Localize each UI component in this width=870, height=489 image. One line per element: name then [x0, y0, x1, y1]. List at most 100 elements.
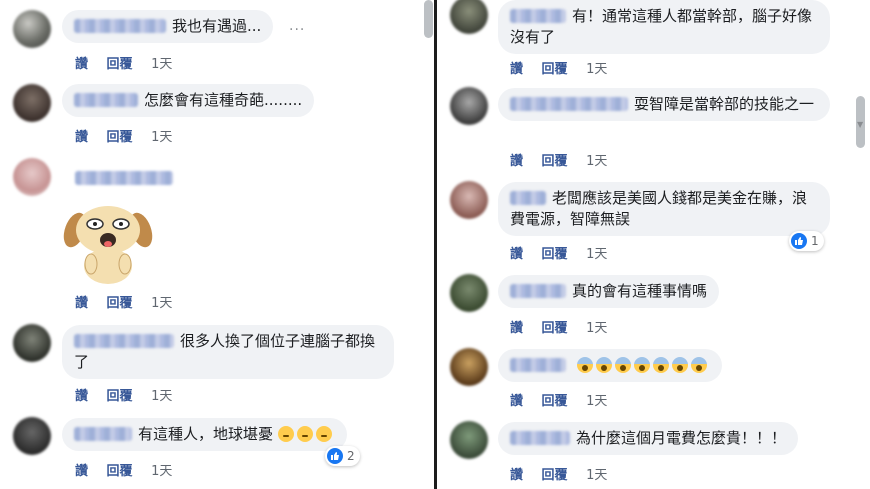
like-link[interactable]: 讚 [75, 57, 88, 72]
more-options-icon[interactable]: ··· [289, 22, 305, 38]
timestamp[interactable]: 1天 [586, 321, 607, 336]
commenter-name[interactable] [74, 19, 166, 33]
comment-text: 真的會有這種事情嗎 [572, 282, 708, 300]
timestamp[interactable]: 1天 [151, 389, 172, 404]
comment-bubble: 為什麼這個月電費怎麼貴！！！ [498, 422, 799, 455]
avatar[interactable] [13, 158, 51, 196]
comment-bubble: 很多人換了個位子連腦子都換了 [62, 325, 394, 379]
avatar[interactable] [450, 274, 488, 312]
timestamp[interactable]: 1天 [151, 130, 172, 145]
face-screaming-in-fear-icon [614, 357, 631, 373]
comment-bubble: 有！通常這種人都當幹部，腦子好像沒有了 [498, 0, 830, 54]
commenter-name[interactable] [510, 284, 566, 298]
avatar[interactable] [13, 417, 51, 455]
reply-link[interactable]: 回覆 [107, 464, 133, 479]
timestamp[interactable]: 1天 [151, 57, 172, 72]
comment-actions: 讚 回覆 1天 [510, 317, 621, 336]
comment-text: 我也有遇過... [172, 17, 262, 35]
commenter-name[interactable] [75, 171, 173, 185]
comment-text: 怎麼會有這種奇葩........ [144, 91, 303, 109]
face-screaming-in-fear-icon [671, 357, 688, 373]
comment-bubble: 我也有遇過... [62, 10, 274, 43]
reply-link[interactable]: 回覆 [542, 468, 568, 483]
reaction-count[interactable]: 1 [789, 231, 824, 251]
timestamp[interactable]: 1天 [586, 62, 607, 77]
right-comment-panel: ▼ 有！通常這種人都當幹部，腦子好像沒有了 讚 回覆 1天 耍智障是當幹部的技能… [437, 0, 870, 489]
like-link[interactable]: 讚 [510, 321, 523, 336]
thinking-face-icon [296, 426, 313, 442]
face-screaming-in-fear-icon [633, 357, 650, 373]
avatar[interactable] [450, 348, 488, 386]
comment-actions: 讚 回覆 1天 [75, 53, 186, 72]
reaction-number: 2 [347, 449, 355, 463]
comment-bubble: 老闆應該是美國人錢都是美金在賺，浪費電源，智障無誤 [498, 182, 830, 236]
like-link[interactable]: 讚 [510, 154, 523, 169]
commenter-name[interactable] [74, 93, 138, 107]
comment-actions: 讚 回覆 1天 [510, 243, 621, 262]
timestamp[interactable]: 1天 [151, 296, 172, 311]
commenter-name[interactable] [510, 358, 566, 372]
reply-link[interactable]: 回覆 [542, 394, 568, 409]
like-link[interactable]: 讚 [75, 296, 88, 311]
face-screaming-in-fear-icon [652, 357, 669, 373]
like-link[interactable]: 讚 [510, 247, 523, 262]
avatar[interactable] [450, 181, 488, 219]
avatar[interactable] [450, 0, 488, 34]
avatar[interactable] [13, 10, 51, 48]
timestamp[interactable]: 1天 [586, 394, 607, 409]
thumbs-up-icon [327, 448, 343, 464]
reply-link[interactable]: 回覆 [542, 247, 568, 262]
comment-actions: 讚 回覆 1天 [510, 150, 621, 169]
reply-link[interactable]: 回覆 [107, 57, 133, 72]
timestamp[interactable]: 1天 [151, 464, 172, 479]
commenter-name[interactable] [510, 97, 628, 111]
comment-actions: 讚 回覆 1天 [510, 464, 621, 483]
thinking-face-icon [315, 426, 332, 442]
commenter-name[interactable] [74, 334, 174, 348]
like-link[interactable]: 讚 [510, 394, 523, 409]
avatar[interactable] [450, 87, 488, 125]
avatar[interactable] [13, 324, 51, 362]
like-link[interactable]: 讚 [75, 389, 88, 404]
comment-text: 老闆應該是美國人錢都是美金在賺，浪費電源，智障無誤 [510, 189, 808, 228]
timestamp[interactable]: 1天 [586, 154, 607, 169]
sticker-dog-image [63, 206, 153, 284]
like-link[interactable]: 讚 [510, 62, 523, 77]
face-screaming-in-fear-icon [690, 357, 707, 373]
comment-actions: 讚 回覆 1天 [75, 126, 186, 145]
reply-link[interactable]: 回覆 [542, 321, 568, 336]
comment-actions: 讚 回覆 1天 [510, 390, 621, 409]
like-link[interactable]: 讚 [75, 130, 88, 145]
reply-link[interactable]: 回覆 [542, 62, 568, 77]
comment-bubble [498, 349, 722, 382]
thinking-face-icon [277, 426, 294, 442]
comment-text: 耍智障是當幹部的技能之一 [634, 95, 815, 113]
comment-bubble: 真的會有這種事情嗎 [498, 275, 720, 308]
timestamp[interactable]: 1天 [586, 247, 607, 262]
scroll-down-arrow-icon[interactable]: ▼ [857, 120, 863, 129]
face-screaming-in-fear-icon [595, 357, 612, 373]
left-scrollbar[interactable] [424, 0, 433, 38]
comment-bubble: 耍智障是當幹部的技能之一 [498, 88, 830, 121]
commenter-name[interactable] [510, 431, 570, 445]
commenter-name[interactable] [510, 9, 566, 23]
commenter-name[interactable] [510, 191, 546, 205]
comment-bubble: 怎麼會有這種奇葩........ [62, 84, 315, 117]
reaction-count[interactable]: 2 [325, 446, 360, 466]
left-comment-panel: 我也有遇過... ··· 讚 回覆 1天 怎麼會有這種奇葩........ 讚 … [0, 0, 434, 489]
like-link[interactable]: 讚 [75, 464, 88, 479]
comment-actions: 讚 回覆 1天 [75, 292, 186, 311]
comment-bubble: 有這種人，地球堪憂 [62, 418, 347, 451]
timestamp[interactable]: 1天 [586, 468, 607, 483]
avatar[interactable] [450, 421, 488, 459]
reply-link[interactable]: 回覆 [107, 296, 133, 311]
comment-actions: 讚 回覆 1天 [510, 58, 621, 77]
reply-link[interactable]: 回覆 [542, 154, 568, 169]
commenter-name[interactable] [74, 427, 132, 441]
face-screaming-in-fear-icon [576, 357, 593, 373]
like-link[interactable]: 讚 [510, 468, 523, 483]
comment-actions: 讚 回覆 1天 [75, 385, 186, 404]
reply-link[interactable]: 回覆 [107, 389, 133, 404]
reply-link[interactable]: 回覆 [107, 130, 133, 145]
avatar[interactable] [13, 84, 51, 122]
